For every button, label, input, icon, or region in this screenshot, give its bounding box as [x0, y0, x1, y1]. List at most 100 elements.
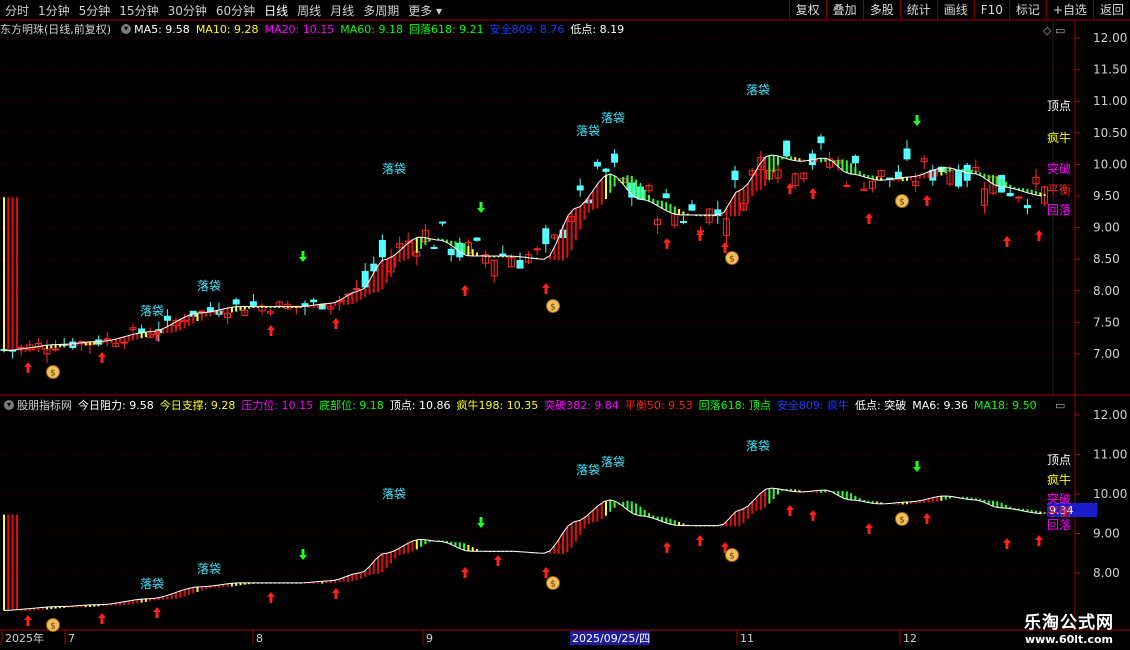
candle-body — [507, 257, 515, 268]
candle-body — [722, 218, 730, 236]
candle-body — [378, 240, 386, 258]
candle-body — [464, 241, 472, 254]
toolbar-button[interactable]: 叠加 — [825, 0, 863, 20]
candle-body — [163, 315, 171, 321]
period-tab[interactable]: 1分钟 — [33, 2, 74, 19]
toolbar-button[interactable]: 返回 — [1092, 0, 1130, 20]
buy-arrow-icon — [923, 513, 931, 524]
buy-arrow-icon — [809, 510, 817, 521]
toolbar-button[interactable]: 画线 — [936, 0, 974, 20]
buy-arrow-icon — [1003, 236, 1011, 247]
candle-body — [224, 313, 232, 319]
legend-value: 安全809: 疯牛 — [776, 399, 850, 412]
buy-arrow-icon — [786, 183, 794, 194]
take-profit-label: 落袋 — [197, 279, 221, 293]
money-bag-symbol: $ — [50, 369, 56, 379]
window-icon: ▭ — [1055, 24, 1065, 37]
candle-body — [800, 172, 808, 180]
period-tab[interactable]: 15分钟 — [114, 2, 162, 19]
candle-body — [95, 339, 103, 345]
price-tick-label: 8.00 — [1093, 566, 1120, 580]
buy-arrow-icon — [267, 592, 275, 603]
money-bag-icon — [46, 618, 60, 632]
candle-body — [516, 260, 524, 269]
price-tick-label: 11.50 — [1093, 63, 1127, 77]
candle-body — [946, 169, 954, 185]
settings-circle-icon[interactable]: ▾ — [4, 400, 14, 410]
candle-body — [490, 259, 498, 277]
buy-arrow-icon — [542, 567, 550, 578]
period-tab[interactable]: 更多 ▾ — [403, 2, 446, 19]
legend-value: MA60: 9.18 — [340, 22, 403, 36]
legend-value: 突破382: 9.84 — [544, 399, 619, 412]
level-label: 突破 — [1047, 161, 1071, 176]
money-bag-icon — [725, 251, 739, 265]
level-label: 疯牛 — [1047, 130, 1071, 145]
candle-body — [335, 300, 343, 303]
toolbar-button[interactable]: 多股 — [862, 0, 900, 20]
candle-body — [499, 253, 507, 257]
candle-body — [688, 204, 696, 211]
take-profit-label: 落袋 — [197, 562, 221, 576]
candle-body — [662, 193, 670, 199]
candle-body — [980, 188, 988, 206]
money-bag-icon — [46, 365, 60, 379]
take-profit-label: 落袋 — [576, 463, 600, 477]
period-tab[interactable]: 60分钟 — [211, 2, 259, 19]
legend-value: 今日阻力: 9.58 — [78, 399, 154, 412]
level-label: 回落 — [1047, 518, 1071, 532]
toolbar-button[interactable]: F10 — [973, 0, 1009, 20]
candle-body — [869, 180, 877, 189]
candle-body — [43, 348, 51, 355]
settings-circle-icon[interactable]: ▾ — [121, 24, 132, 34]
candle-body — [860, 188, 868, 192]
money-bag-symbol: $ — [729, 552, 735, 562]
level-label: 平衡 — [1047, 505, 1071, 519]
legend-value: MA6: 9.36 — [912, 398, 968, 412]
candle-body — [387, 257, 395, 273]
toolbar-button[interactable]: 标记 — [1008, 0, 1046, 20]
buy-arrow-icon — [542, 283, 550, 294]
toolbar-button[interactable]: 统计 — [899, 0, 937, 20]
legend-value: 安全809: 8.76 — [489, 23, 565, 36]
sell-arrow-icon — [477, 517, 485, 528]
price-tick-label: 9.00 — [1093, 221, 1120, 235]
candle-body — [851, 155, 859, 164]
period-tab[interactable]: 多周期 — [358, 2, 403, 19]
period-tab[interactable]: 30分钟 — [163, 2, 211, 19]
price-tick-label: 7.00 — [1093, 347, 1120, 361]
candle-body — [86, 342, 94, 346]
period-tab[interactable]: 日线 — [259, 2, 292, 19]
period-tab[interactable]: 周线 — [292, 2, 325, 19]
date-label: 9 — [426, 632, 433, 645]
candle-body — [26, 344, 34, 351]
candle-body — [1006, 192, 1014, 197]
toolbar-button[interactable]: +自选 — [1045, 0, 1093, 20]
candle-body — [215, 310, 223, 315]
level-label: 突破 — [1047, 491, 1071, 506]
toolbar-button[interactable]: 复权 — [788, 0, 826, 20]
main-chart-title: 东方明珠(日线,前复权) — [0, 23, 112, 36]
period-tab[interactable]: 分时 — [0, 2, 33, 19]
legend-value: 今日支撑: 9.28 — [159, 399, 236, 412]
price-tick-label: 12.00 — [1093, 31, 1127, 45]
candle-body — [559, 229, 567, 239]
buy-arrow-icon — [786, 505, 794, 516]
period-tab[interactable]: 月线 — [325, 2, 358, 19]
candle-body — [886, 177, 894, 181]
price-tick-label: 9.00 — [1093, 527, 1120, 541]
candle-body — [60, 343, 68, 346]
level-label: 顶点 — [1047, 99, 1071, 113]
period-tab[interactable]: 5分钟 — [74, 2, 115, 19]
money-bag-icon — [546, 576, 560, 590]
legend-value: 回落618: 顶点 — [698, 399, 771, 412]
candle-body — [275, 301, 283, 307]
price-tick-label: 11.00 — [1093, 448, 1127, 462]
candle-body — [998, 175, 1006, 193]
buy-arrow-icon — [721, 542, 729, 553]
take-profit-label: 落袋 — [746, 83, 770, 97]
period-toolbar: 分时 1分钟 5分钟 15分钟 30分钟 60分钟 日线 周线 月线 多周期 更多 ▾ 复权 叠加 多股… — [0, 0, 1130, 21]
candle-body — [817, 136, 825, 144]
candle-body — [146, 333, 154, 338]
candle-body — [155, 329, 163, 334]
